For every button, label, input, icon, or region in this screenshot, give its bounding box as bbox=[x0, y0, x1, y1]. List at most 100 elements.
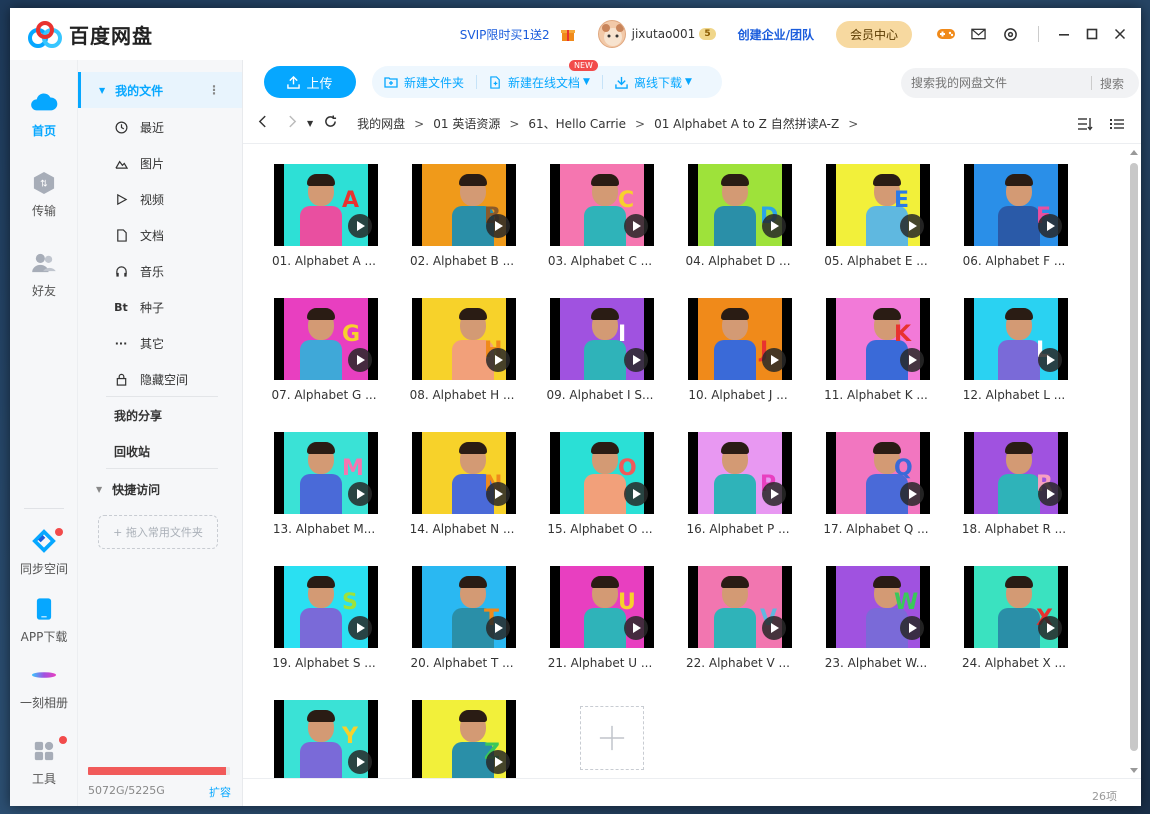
sidebar-item-recent[interactable]: 最近 bbox=[78, 109, 242, 145]
file-tile[interactable]: C 03. Alphabet C ... bbox=[540, 151, 660, 281]
play-icon[interactable] bbox=[762, 214, 786, 238]
play-icon[interactable] bbox=[486, 348, 510, 372]
quick-access-drop-zone[interactable]: + 拖入常用文件夹 bbox=[98, 515, 218, 549]
file-tile[interactable]: R 18. Alphabet R ... bbox=[954, 419, 1074, 549]
play-icon[interactable] bbox=[1038, 348, 1062, 372]
play-icon[interactable] bbox=[900, 482, 924, 506]
settings-gear-icon[interactable] bbox=[1000, 24, 1020, 44]
file-tile[interactable]: G 07. Alphabet G ... bbox=[264, 285, 384, 415]
sidebar-item-music[interactable]: 音乐 bbox=[78, 253, 242, 289]
sidebar-item-images[interactable]: 图片 bbox=[78, 145, 242, 181]
sidebar-item-recycle-bin[interactable]: 回收站 bbox=[78, 433, 242, 469]
video-thumbnail[interactable]: G bbox=[274, 298, 378, 380]
video-thumbnail[interactable]: E bbox=[826, 164, 930, 246]
file-tile[interactable]: I 09. Alphabet I S... bbox=[540, 285, 660, 415]
play-icon[interactable] bbox=[762, 482, 786, 506]
video-thumbnail[interactable]: U bbox=[550, 566, 654, 648]
video-thumbnail[interactable]: V bbox=[688, 566, 792, 648]
list-view-icon[interactable] bbox=[1109, 116, 1125, 132]
breadcrumb-item[interactable]: 我的网盘 bbox=[357, 115, 405, 132]
play-icon[interactable] bbox=[486, 750, 510, 774]
refresh-icon[interactable] bbox=[321, 115, 339, 132]
rail-item-app-download[interactable]: APP下载 bbox=[10, 594, 78, 645]
file-tile[interactable]: Q 17. Alphabet Q ... bbox=[816, 419, 936, 549]
minimize-button[interactable] bbox=[1051, 21, 1077, 47]
app-logo[interactable]: 百度网盘 bbox=[27, 20, 153, 49]
play-icon[interactable] bbox=[486, 616, 510, 640]
file-tile[interactable]: Y25. Alphabet Y ... bbox=[264, 687, 384, 778]
play-icon[interactable] bbox=[348, 348, 372, 372]
play-icon[interactable] bbox=[348, 616, 372, 640]
vertical-scrollbar[interactable] bbox=[1127, 145, 1141, 778]
sidebar-item-torrents[interactable]: Bt 种子 bbox=[78, 289, 242, 325]
breadcrumb-item[interactable]: 01 英语资源 bbox=[433, 115, 500, 132]
file-tile[interactable]: F 06. Alphabet F ... bbox=[954, 151, 1074, 281]
video-thumbnail[interactable]: D bbox=[688, 164, 792, 246]
rail-item-transfer[interactable]: ⇅ 传输 bbox=[10, 168, 78, 219]
play-icon[interactable] bbox=[624, 616, 648, 640]
play-icon[interactable] bbox=[762, 348, 786, 372]
file-tile[interactable]: X 24. Alphabet X ... bbox=[954, 553, 1074, 683]
video-thumbnail[interactable]: X bbox=[964, 566, 1068, 648]
sidebar-item-hidden-space[interactable]: 隐藏空间 bbox=[78, 361, 242, 397]
video-thumbnail[interactable]: L bbox=[964, 298, 1068, 380]
play-icon[interactable] bbox=[900, 348, 924, 372]
play-icon[interactable] bbox=[1038, 482, 1062, 506]
play-icon[interactable] bbox=[624, 482, 648, 506]
scroll-up-icon[interactable] bbox=[1130, 150, 1138, 155]
file-tile[interactable]: P 16. Alphabet P ... bbox=[678, 419, 798, 549]
file-tile[interactable]: U 21. Alphabet U ... bbox=[540, 553, 660, 683]
video-thumbnail[interactable]: T bbox=[412, 566, 516, 648]
play-icon[interactable] bbox=[900, 616, 924, 640]
play-icon[interactable] bbox=[624, 214, 648, 238]
file-tile[interactable]: O 15. Alphabet O ... bbox=[540, 419, 660, 549]
file-tile[interactable]: B 02. Alphabet B ... bbox=[402, 151, 522, 281]
sidebar-item-other[interactable]: ··· 其它 bbox=[78, 325, 242, 361]
play-icon[interactable] bbox=[348, 750, 372, 774]
video-thumbnail[interactable]: Z bbox=[412, 700, 516, 778]
video-thumbnail[interactable]: B bbox=[412, 164, 516, 246]
play-icon[interactable] bbox=[486, 482, 510, 506]
video-thumbnail[interactable]: W bbox=[826, 566, 930, 648]
video-thumbnail[interactable]: P bbox=[688, 432, 792, 514]
expand-storage-link[interactable]: 扩容 bbox=[209, 784, 231, 800]
search-input[interactable] bbox=[911, 76, 1091, 90]
video-thumbnail[interactable]: J bbox=[688, 298, 792, 380]
file-tile[interactable]: M 13. Alphabet M... bbox=[264, 419, 384, 549]
play-icon[interactable] bbox=[900, 214, 924, 238]
video-thumbnail[interactable]: N bbox=[412, 432, 516, 514]
breadcrumb-item[interactable]: 61、Hello Carrie bbox=[528, 115, 626, 132]
video-thumbnail[interactable]: C bbox=[550, 164, 654, 246]
breadcrumb-item[interactable]: 01 Alphabet A to Z 自然拼读A-Z bbox=[654, 115, 839, 132]
play-icon[interactable] bbox=[486, 214, 510, 238]
scroll-down-icon[interactable] bbox=[1130, 768, 1138, 773]
video-thumbnail[interactable]: F bbox=[964, 164, 1068, 246]
video-thumbnail[interactable]: Q bbox=[826, 432, 930, 514]
video-thumbnail[interactable]: S bbox=[274, 566, 378, 648]
play-icon[interactable] bbox=[1038, 616, 1062, 640]
forward-arrow-icon[interactable] bbox=[283, 115, 301, 132]
play-icon[interactable] bbox=[348, 482, 372, 506]
sidebar-item-quick-access[interactable]: ▼ 快捷访问 bbox=[78, 471, 242, 507]
video-thumbnail[interactable]: K bbox=[826, 298, 930, 380]
member-center-button[interactable]: 会员中心 bbox=[835, 20, 912, 48]
sidebar-item-videos[interactable]: 视频 bbox=[78, 181, 242, 217]
file-tile[interactable]: K 11. Alphabet K ... bbox=[816, 285, 936, 415]
close-button[interactable] bbox=[1107, 21, 1133, 47]
mail-icon[interactable] bbox=[968, 24, 988, 44]
file-tile[interactable]: T 20. Alphabet T ... bbox=[402, 553, 522, 683]
rail-item-sync-space[interactable]: 同步空间 bbox=[10, 526, 78, 577]
rail-item-home[interactable]: 首页 bbox=[10, 88, 78, 139]
file-tile[interactable]: J 10. Alphabet J ... bbox=[678, 285, 798, 415]
file-tile[interactable]: Z26. Alphabet Z ... bbox=[402, 687, 522, 778]
sidebar-item-my-files[interactable]: ▼ 我的文件 ⋮ bbox=[78, 72, 242, 108]
video-thumbnail[interactable]: R bbox=[964, 432, 1068, 514]
sort-icon[interactable] bbox=[1077, 116, 1093, 132]
upload-button[interactable]: 上传 bbox=[264, 66, 356, 98]
video-thumbnail[interactable]: A bbox=[274, 164, 378, 246]
file-tile[interactable]: V 22. Alphabet V ... bbox=[678, 553, 798, 683]
file-tile[interactable]: S 19. Alphabet S ... bbox=[264, 553, 384, 683]
file-tile[interactable]: E 05. Alphabet E ... bbox=[816, 151, 936, 281]
user-avatar[interactable] bbox=[597, 20, 626, 48]
video-thumbnail[interactable]: M bbox=[274, 432, 378, 514]
